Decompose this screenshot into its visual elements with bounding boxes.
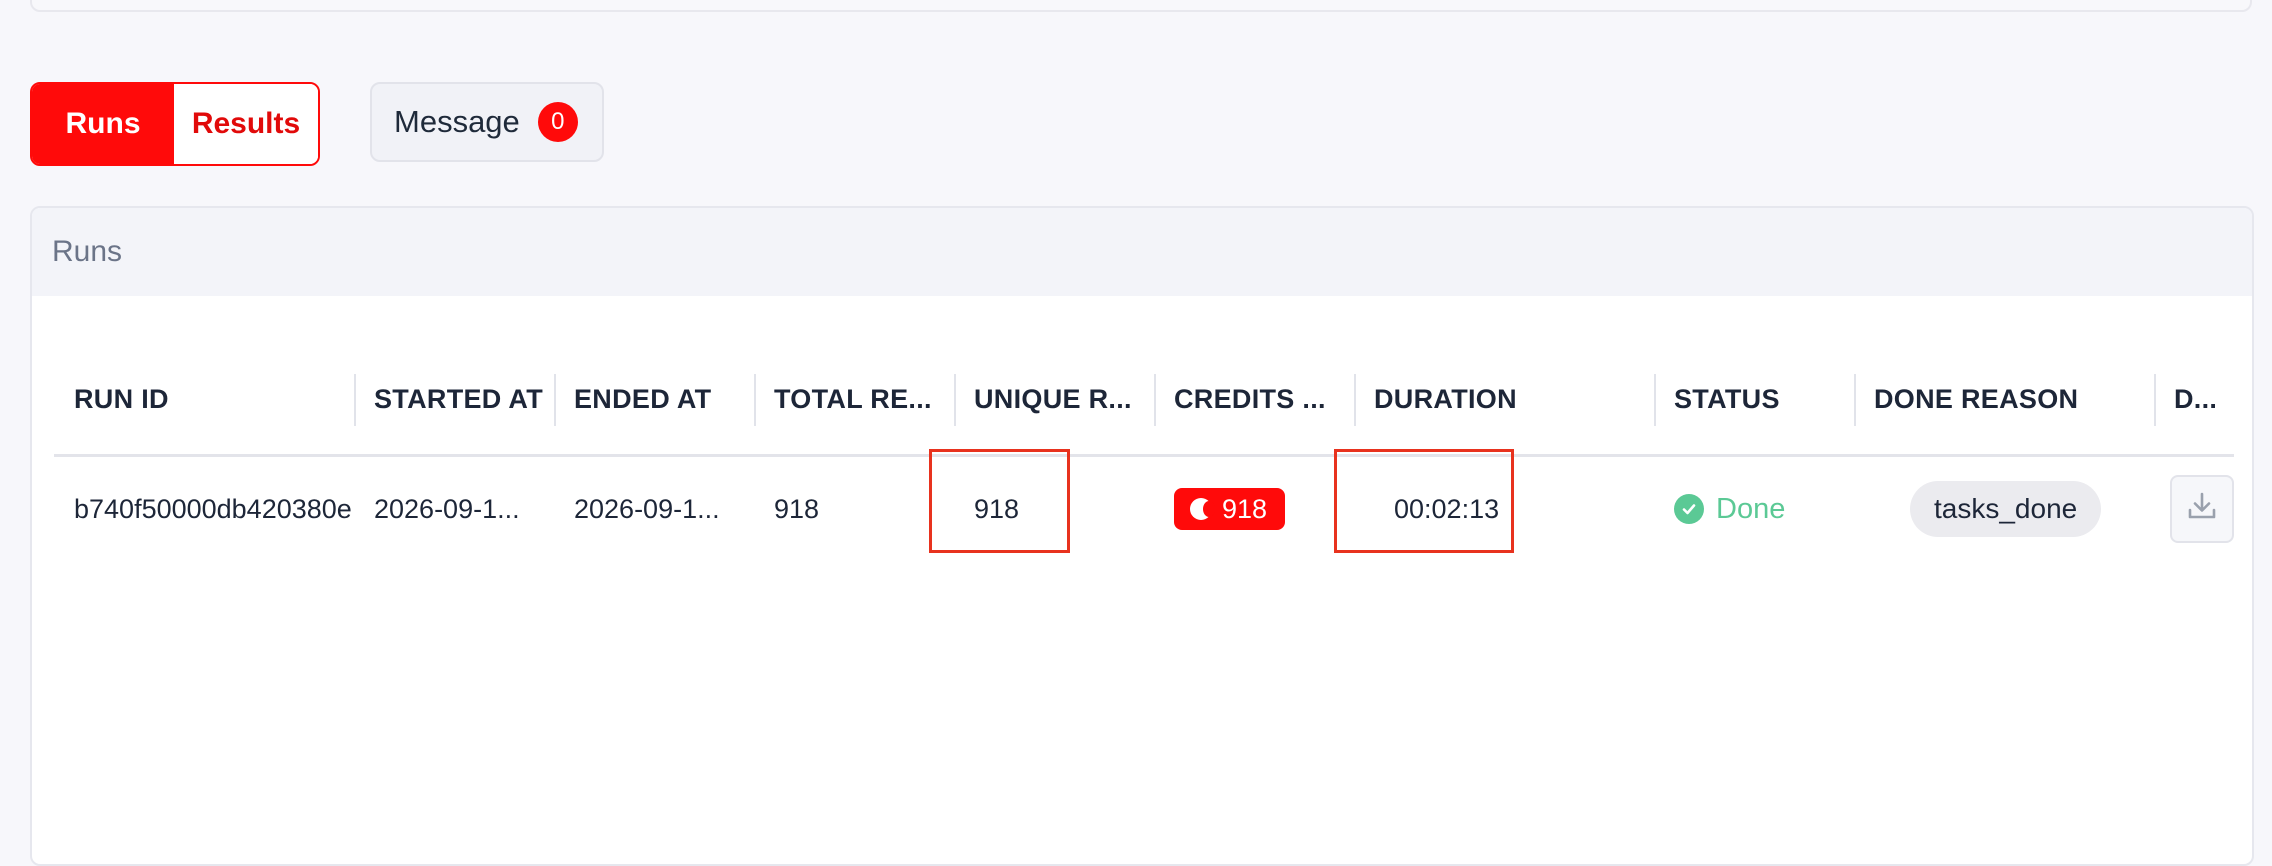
runs-tab[interactable]: Runs [32,84,174,164]
message-label: Message [394,104,520,139]
status-label: Done [1716,492,1786,525]
cell-unique-results: 918 [974,493,1020,524]
credits-badge: 918 [1174,488,1286,530]
cell-run-id[interactable]: b740f50000db420380e [54,457,354,561]
column-header-total-results[interactable]: TOTAL RE... [754,344,954,454]
cell-total-results: 918 [774,493,820,524]
column-header-unique-results[interactable]: UNIQUE R... [954,344,1154,454]
status-indicator: Done [1674,493,1785,526]
runs-card-title: Runs [32,208,2252,296]
credits-value: 918 [1222,493,1268,524]
column-header-run-id[interactable]: RUN ID [54,344,354,454]
column-header-duration[interactable]: DURATION [1354,344,1654,454]
runs-card: Runs RUN ID STARTED AT ENDED AT TOTAL RE… [30,206,2254,866]
column-header-ended-at[interactable]: ENDED AT [554,344,754,454]
top-panel [30,0,2252,12]
column-header-download[interactable]: D... [2154,344,2234,454]
cell-duration: 00:02:13 [1394,493,1500,524]
column-header-started-at[interactable]: STARTED AT [354,344,554,454]
column-header-done-reason[interactable]: DONE REASON [1854,344,2154,454]
cell-credits: 918 [1154,457,1354,561]
table-row: b740f50000db420380e 2026-09-1... 2026-09… [54,457,2234,561]
cell-ended-at: 2026-09-1... [574,493,720,524]
download-icon [2185,489,2219,530]
table-header: RUN ID STARTED AT ENDED AT TOTAL RE... U… [54,344,2234,457]
cell-download [2154,457,2234,561]
check-circle-icon [1674,494,1704,524]
view-toggle: Runs Results [30,82,320,166]
column-header-status[interactable]: STATUS [1654,344,1854,454]
download-button[interactable] [2170,475,2234,543]
done-reason-badge: tasks_done [1910,481,2102,537]
runs-table: RUN ID STARTED AT ENDED AT TOTAL RE... U… [54,344,2234,561]
message-button[interactable]: Message 0 [370,82,604,162]
cell-done-reason: tasks_done [1854,457,2154,561]
message-count-badge: 0 [537,102,578,142]
column-header-credits[interactable]: CREDITS ... [1154,344,1354,454]
coin-icon [1190,498,1215,520]
cell-started-at: 2026-09-1... [374,493,520,524]
cell-status: Done [1654,457,1854,561]
results-tab[interactable]: Results [174,84,318,164]
